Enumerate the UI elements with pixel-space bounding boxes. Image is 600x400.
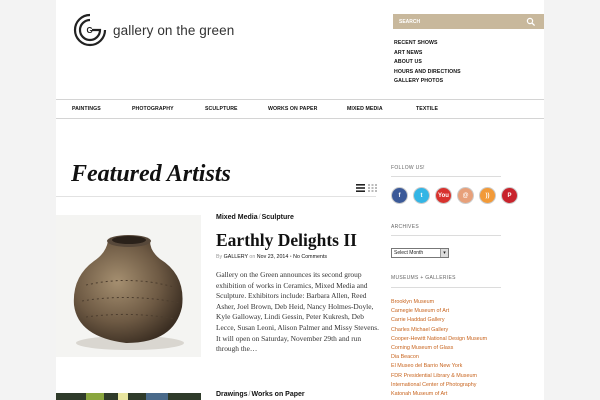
nav-sculpture[interactable]: SCULPTURE (205, 100, 238, 118)
nav-paintings[interactable]: PAINTINGS (72, 100, 101, 118)
page: G gallery on the green RECENT SHOWS ART … (56, 0, 544, 400)
search-bar (393, 14, 544, 29)
content-divider (56, 196, 376, 197)
sidebar-divider (391, 235, 501, 236)
post-comments-link[interactable]: No Comments (293, 254, 327, 260)
museums-heading: MUSEUMS + GALLERIES (391, 275, 456, 281)
category-link[interactable]: Mixed Media (216, 214, 258, 221)
museum-link[interactable]: Charles Michael Gallery (391, 326, 487, 335)
post-categories: Drawings/Works on Paper (216, 391, 305, 398)
museum-link[interactable]: Carnegie Museum of Art (391, 307, 487, 316)
post-thumbnail-ceramic-pot[interactable] (56, 215, 201, 357)
museum-link[interactable]: Dia Beacon (391, 353, 487, 362)
list-view-icon[interactable] (356, 184, 365, 192)
museum-link[interactable]: Corning Museum of Glass (391, 344, 487, 353)
museum-link[interactable]: FDR Presidential Library & Museum (391, 372, 487, 381)
top-link-gallery-photos[interactable]: GALLERY PHOTOS (394, 77, 461, 87)
nav-photography[interactable]: PHOTOGRAPHY (132, 100, 174, 118)
view-toggle (356, 184, 377, 192)
post-date: Nov 23, 2014 (256, 254, 289, 260)
post-meta: By GALLERY on Nov 23, 2014 • No Comments (216, 254, 327, 260)
category-link[interactable]: Drawings (216, 391, 248, 398)
archives-heading: ARCHIVES (391, 224, 419, 230)
museum-link[interactable]: International Center of Photography (391, 381, 487, 390)
top-link-recent-shows[interactable]: RECENT SHOWS (394, 39, 461, 49)
site-name: gallery on the green (113, 22, 235, 38)
twitter-icon[interactable]: t (413, 187, 430, 204)
post-excerpt: Gallery on the Green announces its secon… (216, 270, 379, 354)
post-categories: Mixed Media/Sculpture (216, 214, 294, 221)
museum-link[interactable]: Brooklyn Museum (391, 298, 487, 307)
nav-works-on-paper[interactable]: WORKS ON PAPER (268, 100, 317, 118)
dropdown-arrow-icon: ▾ (440, 249, 448, 257)
site-logo[interactable]: G gallery on the green (72, 12, 234, 48)
museum-link[interactable]: Carrie Haddad Gallery (391, 316, 487, 325)
drawing-image (56, 393, 201, 400)
sidebar-divider (391, 176, 501, 177)
main-nav: PAINTINGS PHOTOGRAPHY SCULPTURE WORKS ON… (56, 99, 544, 119)
search-icon[interactable] (526, 17, 536, 27)
logo-spiral-icon: G (73, 13, 107, 47)
category-link[interactable]: Sculpture (262, 214, 294, 221)
pinterest-icon[interactable]: P (501, 187, 518, 204)
museums-list: Brooklyn Museum Carnegie Museum of Art C… (391, 298, 487, 399)
grid-view-icon[interactable] (368, 184, 377, 192)
top-links: RECENT SHOWS ART NEWS ABOUT US HOURS AND… (394, 39, 461, 87)
top-link-about-us[interactable]: ABOUT US (394, 58, 461, 68)
archive-month-select[interactable]: Select Month ▾ (391, 248, 449, 258)
top-link-art-news[interactable]: ART NEWS (394, 49, 461, 59)
page-title: Featured Artists (71, 161, 231, 187)
post-thumbnail-drawing[interactable] (56, 390, 201, 400)
museum-link[interactable]: Cooper-Hewitt National Design Museum (391, 335, 487, 344)
facebook-icon[interactable]: f (391, 187, 408, 204)
nav-mixed-media[interactable]: MIXED MEDIA (347, 100, 383, 118)
sidebar-divider (391, 287, 501, 288)
post-title[interactable]: Earthly Delights II (216, 230, 357, 251)
museum-link[interactable]: Katonah Museum of Art (391, 390, 487, 399)
social-icons: f t You @ )) P (391, 187, 523, 204)
youtube-icon[interactable]: You (435, 187, 452, 204)
search-input[interactable] (393, 18, 523, 25)
follow-heading: FOLLOW US! (391, 165, 425, 171)
top-link-hours[interactable]: HOURS AND DIRECTIONS (394, 68, 461, 78)
nav-textile[interactable]: TEXTILE (416, 100, 438, 118)
museum-link[interactable]: El Museo del Barrio New York (391, 362, 487, 371)
email-icon[interactable]: @ (457, 187, 474, 204)
rss-icon[interactable]: )) (479, 187, 496, 204)
svg-text:G: G (87, 26, 93, 35)
category-link[interactable]: Works on Paper (251, 391, 304, 398)
ceramic-pot-image (73, 235, 184, 350)
post-author[interactable]: GALLERY (224, 254, 248, 260)
